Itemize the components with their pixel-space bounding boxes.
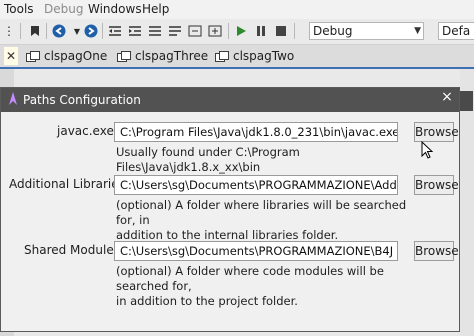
shared-modules-path-field[interactable]: C:\Users\sg\Documents\PROGRAMMAZIONE\B4J…: [114, 241, 398, 261]
javac-path-field[interactable]: C:\Program Files\Java\jdk1.8.0_231\bin\j…: [114, 122, 398, 142]
dialog-titlebar[interactable]: Paths Configuration ×: [1, 88, 459, 112]
target-select[interactable]: Defa: [438, 22, 474, 40]
toolbar-separator: [228, 23, 229, 39]
additional-libraries-hint: (optional) A folder where libraries will…: [116, 198, 416, 243]
toolbar-separator: [294, 23, 295, 39]
collapse-all-icon[interactable]: [186, 22, 204, 40]
mouse-cursor-icon: [421, 140, 434, 162]
additional-libraries-path-field[interactable]: C:\Users\sg\Documents\PROGRAMMAZIONE\Add…: [114, 175, 398, 195]
comment-block-icon[interactable]: [146, 22, 164, 40]
menu-help[interactable]: Help: [142, 2, 169, 16]
tab-clspagtwo[interactable]: clspagTwo: [215, 47, 294, 65]
bookmark-icon[interactable]: [26, 22, 44, 40]
dialog-title: Paths Configuration: [23, 93, 141, 107]
app-logo-icon: [8, 92, 18, 106]
paths-configuration-dialog: Paths Configuration × javac.exe C:\Progr…: [0, 87, 460, 332]
expand-all-icon[interactable]: [206, 22, 224, 40]
toolbar-separator: [46, 23, 47, 39]
shared-modules-browse-button[interactable]: Browse: [414, 241, 459, 261]
tab-label: clspagOne: [44, 49, 108, 63]
tab-label: clspagThree: [135, 49, 209, 63]
tab-bar: ✕ clspagOne clspagThree clspagTwo: [0, 45, 474, 67]
menu-windows[interactable]: Windows: [88, 2, 142, 16]
target-value: Defa: [442, 24, 471, 38]
class-module-icon: [117, 50, 131, 62]
toolbar-overflow-icon[interactable]: ⋮: [0, 22, 18, 40]
navigate-forward-icon[interactable]: [82, 22, 100, 40]
pause-icon[interactable]: [252, 22, 270, 40]
run-icon[interactable]: [232, 22, 250, 40]
menu-bar: Tools Debug Windows Help: [0, 0, 474, 19]
hint-line: (optional) A folder where code modules w…: [116, 264, 384, 293]
menu-tools[interactable]: Tools: [4, 2, 34, 16]
hint-line: (optional) A folder where libraries will…: [116, 198, 407, 227]
toolbar-separator: [102, 23, 103, 39]
menu-debug[interactable]: Debug: [44, 2, 83, 16]
close-icon[interactable]: ×: [439, 89, 455, 105]
build-config-select[interactable]: Debug ▼: [309, 22, 424, 40]
class-module-icon: [215, 50, 229, 62]
class-module-icon: [26, 50, 40, 62]
toolbar-separator: [20, 23, 21, 39]
javac-browse-button[interactable]: Browse: [414, 122, 459, 142]
shared-modules-label: Shared Modules: [24, 243, 120, 257]
javac-hint: Usually found under C:\Program Files\Jav…: [116, 145, 416, 175]
tab-label: clspagTwo: [233, 49, 295, 63]
hint-line: in addition to the project folder.: [116, 294, 298, 308]
tab-clspagone[interactable]: clspagOne: [26, 47, 107, 65]
javac-label: javac.exe: [57, 124, 114, 138]
indent-icon[interactable]: [126, 22, 144, 40]
outdent-icon[interactable]: [106, 22, 124, 40]
close-tab-icon[interactable]: ✕: [4, 47, 18, 65]
shared-modules-hint: (optional) A folder where code modules w…: [116, 264, 416, 309]
navigate-back-icon[interactable]: [50, 22, 68, 40]
uncomment-block-icon[interactable]: [166, 22, 184, 40]
stop-icon[interactable]: [272, 22, 290, 40]
tab-clspagthree[interactable]: clspagThree: [117, 47, 208, 65]
additional-libraries-browse-button[interactable]: Browse: [414, 175, 459, 195]
hint-line: Usually found under C:\Program Files\Jav…: [116, 145, 300, 174]
chevron-down-icon: ▼: [414, 26, 421, 36]
toolbar: ⋮ ▼ Debug ▼ Defa: [0, 19, 474, 45]
additional-libraries-label: Additional Libraries: [9, 177, 125, 191]
build-config-value: Debug: [313, 24, 353, 38]
